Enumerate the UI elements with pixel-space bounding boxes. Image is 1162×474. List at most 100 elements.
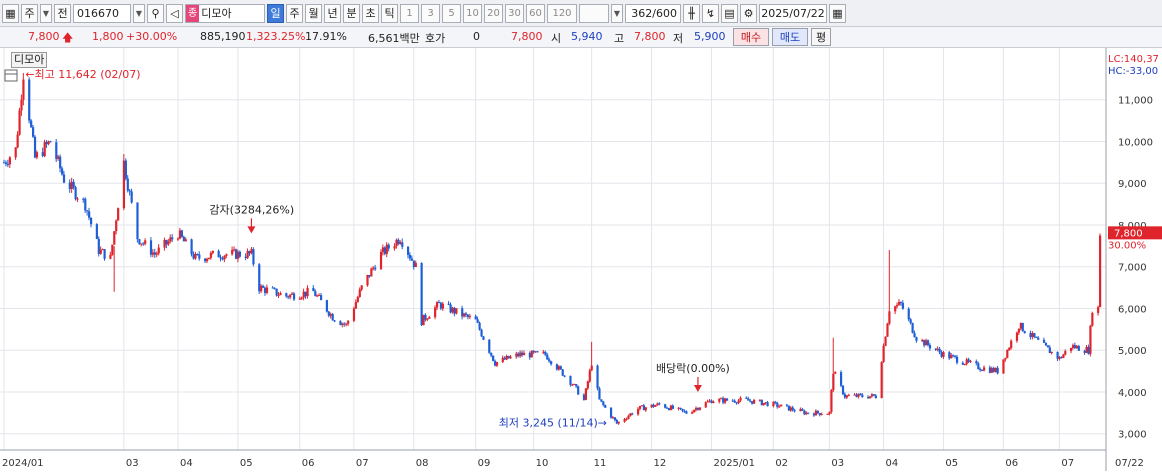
candle-body (557, 366, 560, 370)
x-tick-label: 07/22 (1115, 458, 1144, 469)
candlestick-chart[interactable]: 3,0004,0005,0006,0007,0008,0009,00010,00… (0, 48, 1162, 471)
gear-icon[interactable]: ⚙ (740, 3, 757, 23)
minute-option[interactable]: 60 (526, 3, 545, 23)
candle-body (650, 404, 653, 408)
candle-body (503, 357, 506, 360)
candle-body (59, 156, 62, 169)
candle-body (992, 368, 995, 372)
search-icon[interactable]: ⚲ (147, 3, 164, 23)
minute-option[interactable]: 120 (547, 3, 577, 23)
candle-body (942, 352, 945, 357)
hoga-label: 호가 (425, 32, 446, 45)
candle-body (880, 362, 883, 399)
candle-body (575, 384, 578, 387)
candle-body (600, 399, 603, 402)
period-second[interactable]: 초 (362, 3, 379, 23)
period-year[interactable]: 년 (324, 3, 341, 23)
candle-body (983, 367, 986, 371)
stock-name-field[interactable]: 종 디모아 (185, 3, 265, 23)
custom-interval-input[interactable] (579, 3, 609, 23)
candle-body (731, 400, 734, 402)
market-dropdown-icon[interactable]: ▼ (40, 3, 52, 23)
minute-option[interactable]: 1 (400, 3, 419, 23)
stock-code-input[interactable]: 016670 (73, 3, 131, 23)
candle-body (495, 362, 499, 366)
candle-body (439, 302, 443, 309)
candle-body (735, 402, 738, 404)
minute-option[interactable]: 30 (505, 3, 524, 23)
avg-button[interactable]: 평 (811, 28, 831, 46)
candle-body (867, 396, 870, 399)
minute-option[interactable]: 20 (484, 3, 503, 23)
candle-body (31, 127, 35, 137)
candle-body (571, 384, 574, 386)
sell-button[interactable]: 매도 (772, 28, 808, 46)
candle-body (262, 285, 265, 288)
candle-body (260, 285, 263, 292)
chart-legend: 디모아 (11, 52, 48, 68)
price-chart[interactable]: 3,0004,0005,0006,0007,0008,0009,00010,00… (0, 48, 1162, 471)
speaker-icon[interactable]: ◁ (166, 3, 183, 23)
y-tick-label: 3,000 (1118, 430, 1147, 441)
grid-menu-icon[interactable]: ▦ (2, 3, 19, 23)
period-minute[interactable]: 분 (343, 3, 360, 23)
candle-type-icon[interactable]: ╫ (683, 3, 700, 23)
x-tick-label: 06 (302, 458, 315, 469)
candle-body (451, 307, 454, 313)
indicator-lc: LC:140,37 (1108, 54, 1159, 65)
candle-body (737, 400, 740, 404)
candle-body (1021, 322, 1024, 332)
candle-body (820, 414, 823, 416)
period-week[interactable]: 주 (286, 3, 303, 23)
candle-body (374, 267, 377, 270)
x-tick-label: 03 (831, 458, 844, 469)
date-input[interactable]: 2025/07/22 (759, 3, 827, 23)
candle-body (370, 268, 373, 277)
candle-body (275, 288, 278, 296)
candle-body (507, 355, 510, 359)
calendar-icon[interactable]: ▦ (829, 3, 846, 23)
candle-body (490, 352, 493, 356)
candle-body (1097, 307, 1100, 313)
candle-body (938, 348, 941, 353)
candle-body (505, 355, 508, 360)
candle-body (1042, 339, 1046, 343)
candle-body (426, 318, 429, 320)
candle-body (1033, 332, 1036, 338)
candle-body (343, 323, 346, 325)
current-price: 7,800 (28, 30, 60, 43)
prev-toggle[interactable]: 전 (54, 3, 71, 23)
indicator-icon[interactable]: ↯ (702, 3, 719, 23)
candle-body (577, 386, 580, 395)
data-count-field[interactable]: 362/600 (625, 3, 681, 23)
period-month[interactable]: 월 (305, 3, 322, 23)
candle-body (221, 258, 224, 260)
candle-body (397, 239, 400, 244)
period-day[interactable]: 일 (267, 3, 284, 23)
candle-body (287, 296, 290, 298)
price-change: 1,800 (92, 30, 124, 43)
candle-body (130, 191, 133, 203)
candle-body (488, 339, 491, 353)
candle-body (681, 408, 684, 411)
print-icon[interactable]: ▤ (721, 3, 738, 23)
buy-button[interactable]: 매수 (733, 28, 769, 46)
x-tick-label: 07 (356, 458, 369, 469)
minute-option[interactable]: 5 (442, 3, 461, 23)
candle-body (18, 110, 21, 135)
candle-body (528, 352, 531, 358)
minute-option[interactable]: 10 (463, 3, 482, 23)
candle-body (899, 302, 903, 304)
candle-body (752, 400, 756, 404)
candle-body (501, 357, 504, 363)
market-select[interactable]: 주 (21, 3, 38, 23)
code-dropdown-icon[interactable]: ▼ (133, 3, 145, 23)
candle-body (1029, 333, 1032, 338)
period-tick[interactable]: 틱 (381, 3, 398, 23)
candle-body (812, 413, 816, 416)
candle-body (679, 407, 682, 409)
candle-body (395, 239, 398, 247)
interval-dropdown-icon[interactable]: ▼ (611, 3, 623, 23)
candle-body (725, 398, 729, 401)
minute-option[interactable]: 3 (421, 3, 440, 23)
